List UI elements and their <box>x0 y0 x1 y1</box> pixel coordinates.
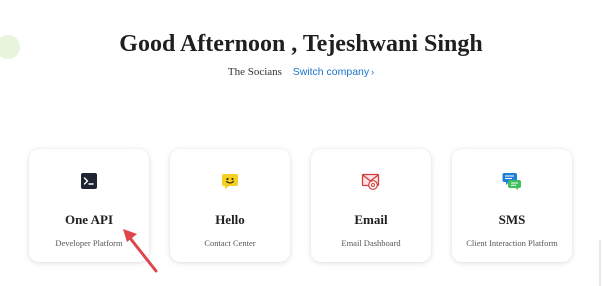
card-subtitle: Developer Platform <box>55 238 123 248</box>
one-api-card[interactable]: One API Developer Platform <box>29 149 149 262</box>
card-title: SMS <box>498 212 526 227</box>
scrollbar-edge[interactable] <box>597 240 602 286</box>
switch-company-link[interactable]: Switch company › <box>293 66 374 78</box>
chat-bubbles-icon <box>502 171 522 191</box>
card-title: Hello <box>215 212 245 227</box>
card-title: One API <box>64 212 114 227</box>
card-subtitle: Client Interaction Platform <box>466 238 558 248</box>
sms-card[interactable]: SMS Client Interaction Platform <box>452 149 572 262</box>
card-subtitle: Contact Center <box>204 238 256 248</box>
terminal-icon <box>79 171 99 191</box>
switch-company-label: Switch company <box>292 66 370 78</box>
page-title: Good Afternoon , Tejeshwani Singh <box>119 31 483 57</box>
email-card[interactable]: Email Email Dashboard <box>311 149 431 262</box>
card-subtitle: Email Dashboard <box>341 238 401 248</box>
smiley-chat-icon <box>220 171 240 191</box>
chevron-right-icon: › <box>371 67 375 77</box>
hello-card[interactable]: Hello Contact Center <box>170 149 290 262</box>
company-row: The Socians Switch company › <box>0 64 602 80</box>
card-title: Email <box>354 212 388 227</box>
envelope-at-icon <box>361 171 381 191</box>
company-name: The Socians <box>227 66 282 78</box>
